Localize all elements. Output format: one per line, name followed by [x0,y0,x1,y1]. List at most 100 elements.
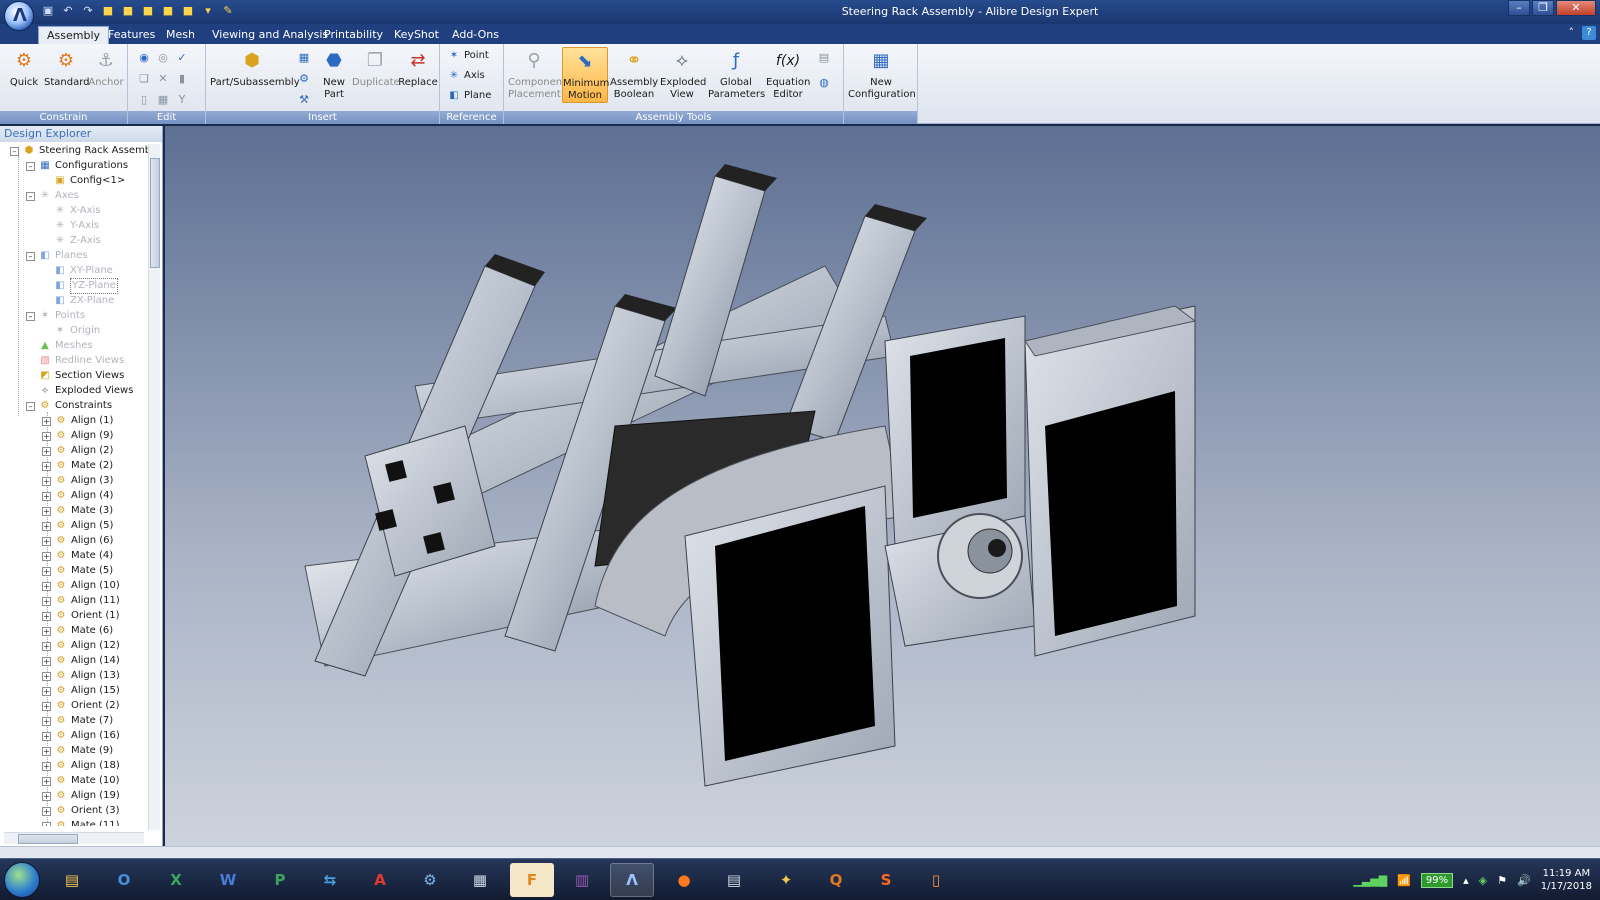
redo-icon[interactable]: ↷ [80,3,96,19]
action-center-icon[interactable]: ⚑ [1497,874,1507,887]
anchor-button[interactable]: ⚓ Anchor [88,47,124,89]
constraint-item[interactable]: + ⚙ Align (13) [42,669,120,683]
sketchup-icon[interactable]: S [864,863,908,897]
collapse-icon[interactable]: – [26,161,35,171]
expand-icon[interactable]: + [42,671,51,681]
volume-icon[interactable]: 🔊 [1517,874,1531,887]
expand-icon[interactable]: + [42,611,51,621]
tree-constraints[interactable]: – ⚙ Constraints [26,399,112,413]
battery-indicator[interactable]: 99% [1420,872,1454,888]
tree-zx-plane[interactable]: ◧ ZX-Plane [54,294,114,308]
constraint-item[interactable]: + ⚙ Align (15) [42,684,120,698]
constraint-item[interactable]: + ⚙ Align (6) [42,534,113,548]
expand-icon[interactable]: + [42,446,51,456]
new-part-button[interactable]: ⬣ New Part [316,47,352,101]
expand-icon[interactable]: + [42,461,51,471]
constraint-item[interactable]: + ⚙ Align (19) [42,789,120,803]
expand-icon[interactable]: + [42,566,51,576]
edit-copy-icon[interactable]: ❏ [136,71,152,87]
collapse-icon[interactable]: – [26,311,35,321]
minimum-motion-button[interactable]: ⬊ Minimum Motion [562,47,609,103]
edit-rotate-icon[interactable]: ◉ [136,50,152,66]
edit-suppress-icon[interactable]: ▮ [174,71,190,87]
delete-icon[interactable]: ✕ [155,71,171,87]
edit-mirror-icon[interactable]: ▦ [155,92,171,108]
tab-add-ons[interactable]: Add-Ons [444,26,507,44]
start-button[interactable] [4,862,40,898]
close-button[interactable]: ✕ [1556,0,1596,16]
expand-icon[interactable]: + [42,626,51,636]
constraint-item[interactable]: + ⚙ Align (14) [42,654,120,668]
constraint-item[interactable]: + ⚙ Align (16) [42,729,120,743]
constraint-item[interactable]: + ⚙ Align (2) [42,444,113,458]
constraint-item[interactable]: + ⚙ Mate (6) [42,624,113,638]
constraint-item[interactable]: + ⚙ Mate (4) [42,549,113,563]
expand-icon[interactable]: + [42,551,51,561]
tree-section-views[interactable]: ◩ Section Views [39,369,124,383]
settings-icon[interactable]: ⚙ [408,863,452,897]
insert-pattern-icon[interactable]: ▦ [296,50,312,66]
expand-icon[interactable]: + [42,716,51,726]
edit-filter-icon[interactable]: Y [174,92,190,108]
view-top-icon[interactable]: ■ [140,3,156,19]
firefox-icon[interactable]: ● [662,863,706,897]
teamviewer-icon[interactable]: ⇆ [308,863,352,897]
explorer-horizontal-scrollbar[interactable] [4,832,144,844]
expand-icon[interactable]: + [42,761,51,771]
excel-icon[interactable]: X [154,863,198,897]
insert-hardware-icon[interactable]: ⚒ [296,92,312,108]
assembly-tool-small-2-icon[interactable]: ◍ [816,75,832,91]
app-q-icon[interactable]: Q [814,863,858,897]
tree-redline-views[interactable]: ▧ Redline Views [39,354,124,368]
tab-assembly[interactable]: Assembly [38,26,110,44]
constraint-item[interactable]: + ⚙ Mate (10) [42,774,120,788]
tab-printability[interactable]: Printability [316,26,391,44]
scrollbar-thumb[interactable] [150,158,160,268]
constraint-item[interactable]: + ⚙ Orient (3) [42,804,120,818]
network-icon[interactable]: 📶 [1397,874,1411,887]
expand-icon[interactable]: + [42,656,51,666]
expand-icon[interactable]: + [42,416,51,426]
expand-icon[interactable]: + [42,641,51,651]
maximize-button[interactable]: ❐ [1532,0,1554,16]
scrollbar-thumb[interactable] [18,834,78,844]
tab-features[interactable]: Features [100,26,163,44]
assembly-boolean-button[interactable]: ⚭ Assembly Boolean [610,47,658,101]
constraint-item[interactable]: + ⚙ Align (9) [42,429,113,443]
fusion-icon[interactable]: F [510,863,554,897]
constraint-item[interactable]: + ⚙ Align (10) [42,579,120,593]
standard-constraint-button[interactable]: ⚙ Standard [44,47,90,89]
file-explorer-icon[interactable]: ▤ [50,863,94,897]
keyboard-icon[interactable]: ▤ [712,863,756,897]
collapse-icon[interactable]: – [26,191,35,201]
expand-icon[interactable]: + [42,686,51,696]
help-icon[interactable]: ? [1582,26,1596,40]
tree-root[interactable]: – ⬢ Steering Rack Assembly [10,144,148,158]
expand-icon[interactable]: + [42,581,51,591]
expand-icon[interactable]: + [42,731,51,741]
edit-check-icon[interactable]: ✓ [174,50,190,66]
insert-gear-icon[interactable]: ⚙ [296,71,312,87]
tree-y-axis[interactable]: ✳ Y-Axis [54,219,99,233]
equation-editor-button[interactable]: f(x) Equation Editor [766,47,810,101]
tree-origin[interactable]: ✶ Origin [54,324,100,338]
expand-icon[interactable]: + [42,521,51,531]
constraint-item[interactable]: + ⚙ Align (18) [42,759,120,773]
view-dropdown-icon[interactable]: ▾ [200,3,216,19]
tree-meshes[interactable]: ▲ Meshes [39,339,93,353]
expand-icon[interactable]: + [42,806,51,816]
edit-move-icon[interactable]: ◎ [155,50,171,66]
replace-button[interactable]: ⇄ Replace [398,47,438,89]
expand-icon[interactable]: + [42,491,51,501]
insert-part-subassembly-button[interactable]: ⬢ Part/Subassembly [210,47,300,89]
constraint-item[interactable]: + ⚙ Align (12) [42,639,120,653]
reference-plane-button[interactable]: ◧ Plane [448,90,491,101]
minimize-button[interactable]: – [1508,0,1530,16]
tree-xy-plane[interactable]: ◧ XY-Plane [54,264,113,278]
tree-yz-plane[interactable]: ◧ YZ-Plane [54,278,118,294]
view-front-icon[interactable]: ■ [120,3,136,19]
collapse-icon[interactable]: – [26,251,35,261]
tray-app-icon[interactable]: ◈ [1479,874,1487,887]
expand-icon[interactable]: + [42,431,51,441]
application-menu-button[interactable] [4,1,34,31]
